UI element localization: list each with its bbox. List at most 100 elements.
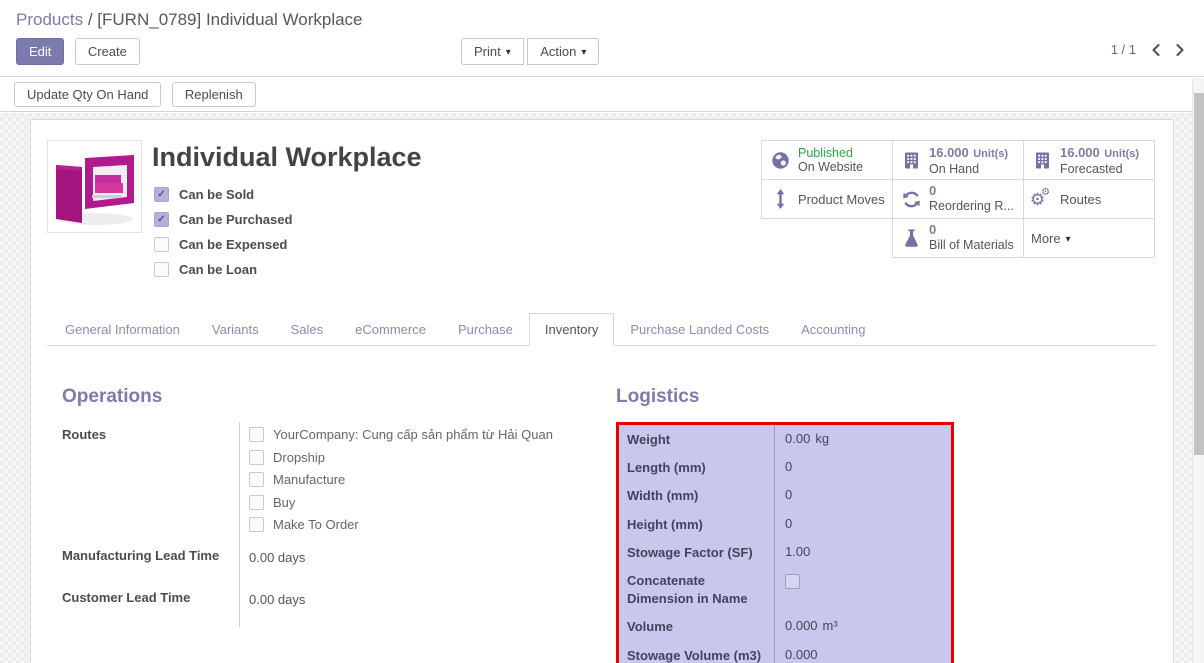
- can-be-expensed-checkbox[interactable]: [154, 237, 169, 252]
- stat-button-forecasted[interactable]: 16.000 Unit(s) Forecasted: [1023, 140, 1155, 180]
- pager-previous-icon[interactable]: [1150, 43, 1161, 57]
- operations-group: Operations Routes YourCompany: Cung cấp …: [62, 386, 602, 663]
- tab-general-information[interactable]: General Information: [49, 313, 196, 346]
- tab-sales[interactable]: Sales: [275, 313, 340, 346]
- stowage-volume-value: 0.000: [785, 647, 818, 662]
- on-hand-value: 16.000: [929, 145, 969, 160]
- length-value: 0: [785, 459, 792, 474]
- logistics-title: Logistics: [616, 386, 961, 408]
- published-status: Published: [798, 146, 863, 160]
- length-label: Length (mm): [619, 453, 774, 481]
- can-be-loan-label: Can be Loan: [179, 262, 257, 277]
- route-buy-checkbox[interactable]: [249, 495, 264, 510]
- can-be-purchased-label: Can be Purchased: [179, 212, 292, 227]
- bill-of-materials-value: 0: [929, 223, 1014, 238]
- action-menu-button[interactable]: Action: [527, 38, 599, 65]
- stowage-volume-label: Stowage Volume (m3): [619, 641, 774, 663]
- pager-next-icon[interactable]: [1175, 43, 1186, 57]
- concatenate-dimension-checkbox[interactable]: [785, 574, 800, 589]
- refresh-icon: [900, 190, 922, 209]
- on-hand-label: On Hand: [929, 162, 1008, 176]
- manufacturing-lead-time-row: Manufacturing Lead Time 0.00 days: [62, 543, 602, 585]
- building-icon: [1031, 151, 1053, 170]
- route-manufacture-checkbox[interactable]: [249, 472, 264, 487]
- tab-ecommerce[interactable]: eCommerce: [339, 313, 442, 346]
- route-make-to-order-label: Make To Order: [273, 516, 359, 534]
- stat-button-more[interactable]: More: [1023, 218, 1155, 258]
- scrollbar-thumb[interactable]: [1194, 93, 1204, 455]
- can-be-expensed-label: Can be Expensed: [179, 237, 287, 252]
- breadcrumb-separator: /: [88, 10, 93, 29]
- length-row: Length (mm) 0: [619, 453, 951, 481]
- route-manufacture-label: Manufacture: [273, 471, 345, 489]
- route-option-make-to-order: Make To Order: [249, 516, 602, 534]
- reordering-rules-label: Reordering R...: [929, 199, 1014, 213]
- flag-can-be-purchased: Can be Purchased: [154, 212, 761, 227]
- tab-variants[interactable]: Variants: [196, 313, 275, 346]
- action-menus: Print Action: [461, 38, 599, 65]
- stat-button-bill-of-materials[interactable]: 0 Bill of Materials: [892, 218, 1024, 258]
- flag-can-be-expensed: Can be Expensed: [154, 237, 761, 252]
- product-moves-label: Product Moves: [798, 192, 885, 207]
- routes-field-label: Routes: [62, 422, 239, 543]
- weight-unit: kg: [815, 431, 829, 446]
- control-buttons-row: Edit Create Print Action 1 / 1: [0, 32, 1204, 72]
- can-be-purchased-checkbox[interactable]: [154, 212, 169, 227]
- print-menu-button[interactable]: Print: [461, 38, 524, 65]
- can-be-sold-label: Can be Sold: [179, 187, 254, 202]
- customer-lead-time-value: 0.00 days: [239, 585, 602, 627]
- stat-button-published[interactable]: Published On Website: [761, 140, 893, 180]
- volume-unit: m³: [823, 618, 838, 633]
- route-yourcompany-label: YourCompany: Cung cấp sản phẩm từ Hải Qu…: [273, 426, 553, 444]
- route-option-yourcompany: YourCompany: Cung cấp sản phẩm từ Hải Qu…: [249, 426, 602, 444]
- stat-button-on-hand[interactable]: 16.000 Unit(s) On Hand: [892, 140, 1024, 180]
- forecasted-value: 16.000: [1060, 145, 1100, 160]
- route-make-to-order-checkbox[interactable]: [249, 517, 264, 532]
- update-qty-on-hand-button[interactable]: Update Qty On Hand: [14, 82, 161, 107]
- volume-label: Volume: [619, 612, 774, 640]
- product-image[interactable]: [47, 140, 142, 233]
- flask-icon: [900, 228, 922, 248]
- logistics-group: Logistics Weight 0.00 kg Length (mm) 0: [616, 386, 961, 663]
- on-hand-unit: Unit(s): [973, 148, 1008, 160]
- replenish-button[interactable]: Replenish: [172, 82, 256, 107]
- route-yourcompany-checkbox[interactable]: [249, 427, 264, 442]
- can-be-loan-checkbox[interactable]: [154, 262, 169, 277]
- volume-value: 0.000: [785, 618, 818, 633]
- notebook-tabs: General Information Variants Sales eComm…: [47, 313, 1157, 346]
- stowage-factor-value: 1.00: [785, 544, 810, 559]
- arrows-vertical-icon: [769, 189, 791, 209]
- form-view-background: Individual Workplace Can be Sold Can be …: [0, 113, 1192, 663]
- logistics-highlight-box: Weight 0.00 kg Length (mm) 0 Width (mm) …: [616, 422, 954, 663]
- route-dropship-checkbox[interactable]: [249, 450, 264, 465]
- tab-accounting[interactable]: Accounting: [785, 313, 881, 346]
- tab-purchase[interactable]: Purchase: [442, 313, 529, 346]
- forecasted-unit: Unit(s): [1104, 148, 1139, 160]
- weight-label: Weight: [619, 425, 774, 453]
- breadcrumb: Products / [FURN_0789] Individual Workpl…: [0, 0, 1204, 32]
- breadcrumb-products-link[interactable]: Products: [16, 10, 83, 29]
- pager-value: 1 / 1: [1111, 42, 1136, 57]
- route-option-manufacture: Manufacture: [249, 471, 602, 489]
- route-option-dropship: Dropship: [249, 449, 602, 467]
- tab-purchase-landed-costs[interactable]: Purchase Landed Costs: [614, 313, 785, 346]
- create-button[interactable]: Create: [75, 38, 140, 65]
- vertical-scrollbar[interactable]: [1192, 78, 1204, 663]
- manufacturing-lead-time-value: 0.00 days: [239, 543, 602, 585]
- tab-inventory[interactable]: Inventory: [529, 313, 614, 346]
- status-bar: Update Qty On Hand Replenish: [0, 77, 1204, 112]
- stat-button-reordering-rules[interactable]: 0 Reordering R...: [892, 179, 1024, 219]
- concatenate-dimension-label: Concatenate Dimension in Name: [619, 566, 774, 612]
- flag-can-be-loan: Can be Loan: [154, 262, 761, 277]
- stat-button-product-moves[interactable]: Product Moves: [761, 179, 893, 219]
- stat-button-routes[interactable]: ⚙⚙ Routes: [1023, 179, 1155, 219]
- stat-grid-empty-cell: [761, 218, 893, 258]
- forecasted-label: Forecasted: [1060, 162, 1139, 176]
- control-panel: Products / [FURN_0789] Individual Workpl…: [0, 0, 1204, 77]
- height-row: Height (mm) 0: [619, 510, 951, 538]
- stat-button-grid: Published On Website 16.000 Unit(s) On H…: [761, 140, 1157, 287]
- edit-button[interactable]: Edit: [16, 38, 64, 65]
- breadcrumb-current: [FURN_0789] Individual Workplace: [97, 10, 362, 29]
- can-be-sold-checkbox[interactable]: [154, 187, 169, 202]
- volume-row: Volume 0.000 m³: [619, 612, 951, 640]
